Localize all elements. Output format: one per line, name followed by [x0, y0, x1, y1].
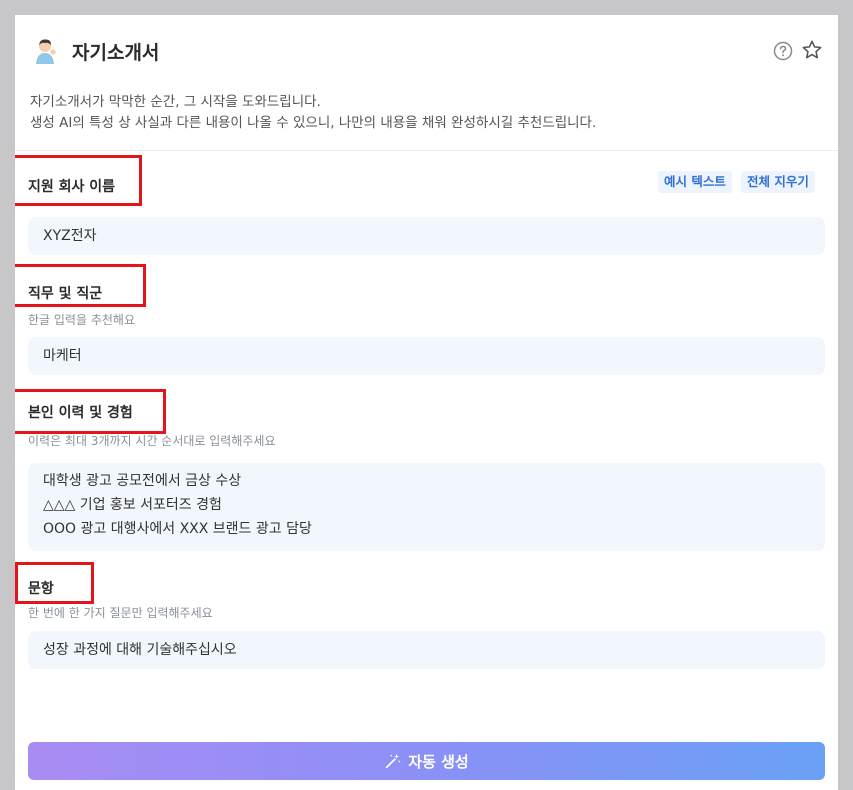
- highlight-box: [15, 389, 166, 434]
- person-tipping-hand-icon: [36, 39, 56, 64]
- magic-wand-icon: [386, 753, 402, 769]
- page-title: 자기소개서: [72, 42, 160, 64]
- self-introduction-panel: 자기소개서 자기소개서가 막막한 순간, 그 시작을 도와드립니다. 생성 AI…: [15, 15, 838, 790]
- description-line: 생성 AI의 특성 상 사실과 다른 내용이 나올 수 있으니, 나만의 내용을…: [30, 115, 597, 131]
- question-input[interactable]: 성장 과정에 대해 기술해주십시오: [28, 631, 825, 669]
- history-hint: 이력은 최대 3개까지 시간 순서대로 입력해주세요: [28, 434, 276, 448]
- history-line: OOO 광고 대행사에서 XXX 브랜드 광고 담당: [43, 521, 312, 537]
- history-line: △△△ 기업 홍보 서포터즈 경험: [43, 497, 222, 513]
- description-line: 자기소개서가 막막한 순간, 그 시작을 도와드립니다.: [30, 94, 321, 110]
- header: 자기소개서: [15, 15, 838, 85]
- question-hint: 한 번에 한 가지 질문만 입력해주세요: [28, 606, 213, 620]
- highlight-box: [15, 155, 142, 206]
- highlight-box: [15, 264, 146, 307]
- history-line: 대학생 광고 공모전에서 금상 수상: [43, 473, 242, 489]
- question-circle-icon[interactable]: [773, 41, 793, 61]
- auto-generate-button[interactable]: 자동 생성: [28, 742, 825, 780]
- example-text-button[interactable]: 예시 텍스트: [658, 171, 732, 193]
- divider: [15, 150, 838, 151]
- highlight-box: [15, 562, 94, 604]
- star-icon[interactable]: [801, 39, 823, 61]
- history-textarea[interactable]: 대학생 광고 공모전에서 금상 수상 △△△ 기업 홍보 서포터즈 경험 OOO…: [28, 463, 825, 551]
- company-input[interactable]: XYZ전자: [28, 217, 825, 255]
- description: 자기소개서가 막막한 순간, 그 시작을 도와드립니다. 생성 AI의 특성 상…: [30, 92, 596, 134]
- job-hint: 한글 입력을 추천해요: [28, 313, 135, 327]
- job-input[interactable]: 마케터: [28, 337, 825, 375]
- clear-all-button[interactable]: 전체 지우기: [741, 171, 815, 193]
- auto-generate-label: 자동 생성: [408, 752, 469, 771]
